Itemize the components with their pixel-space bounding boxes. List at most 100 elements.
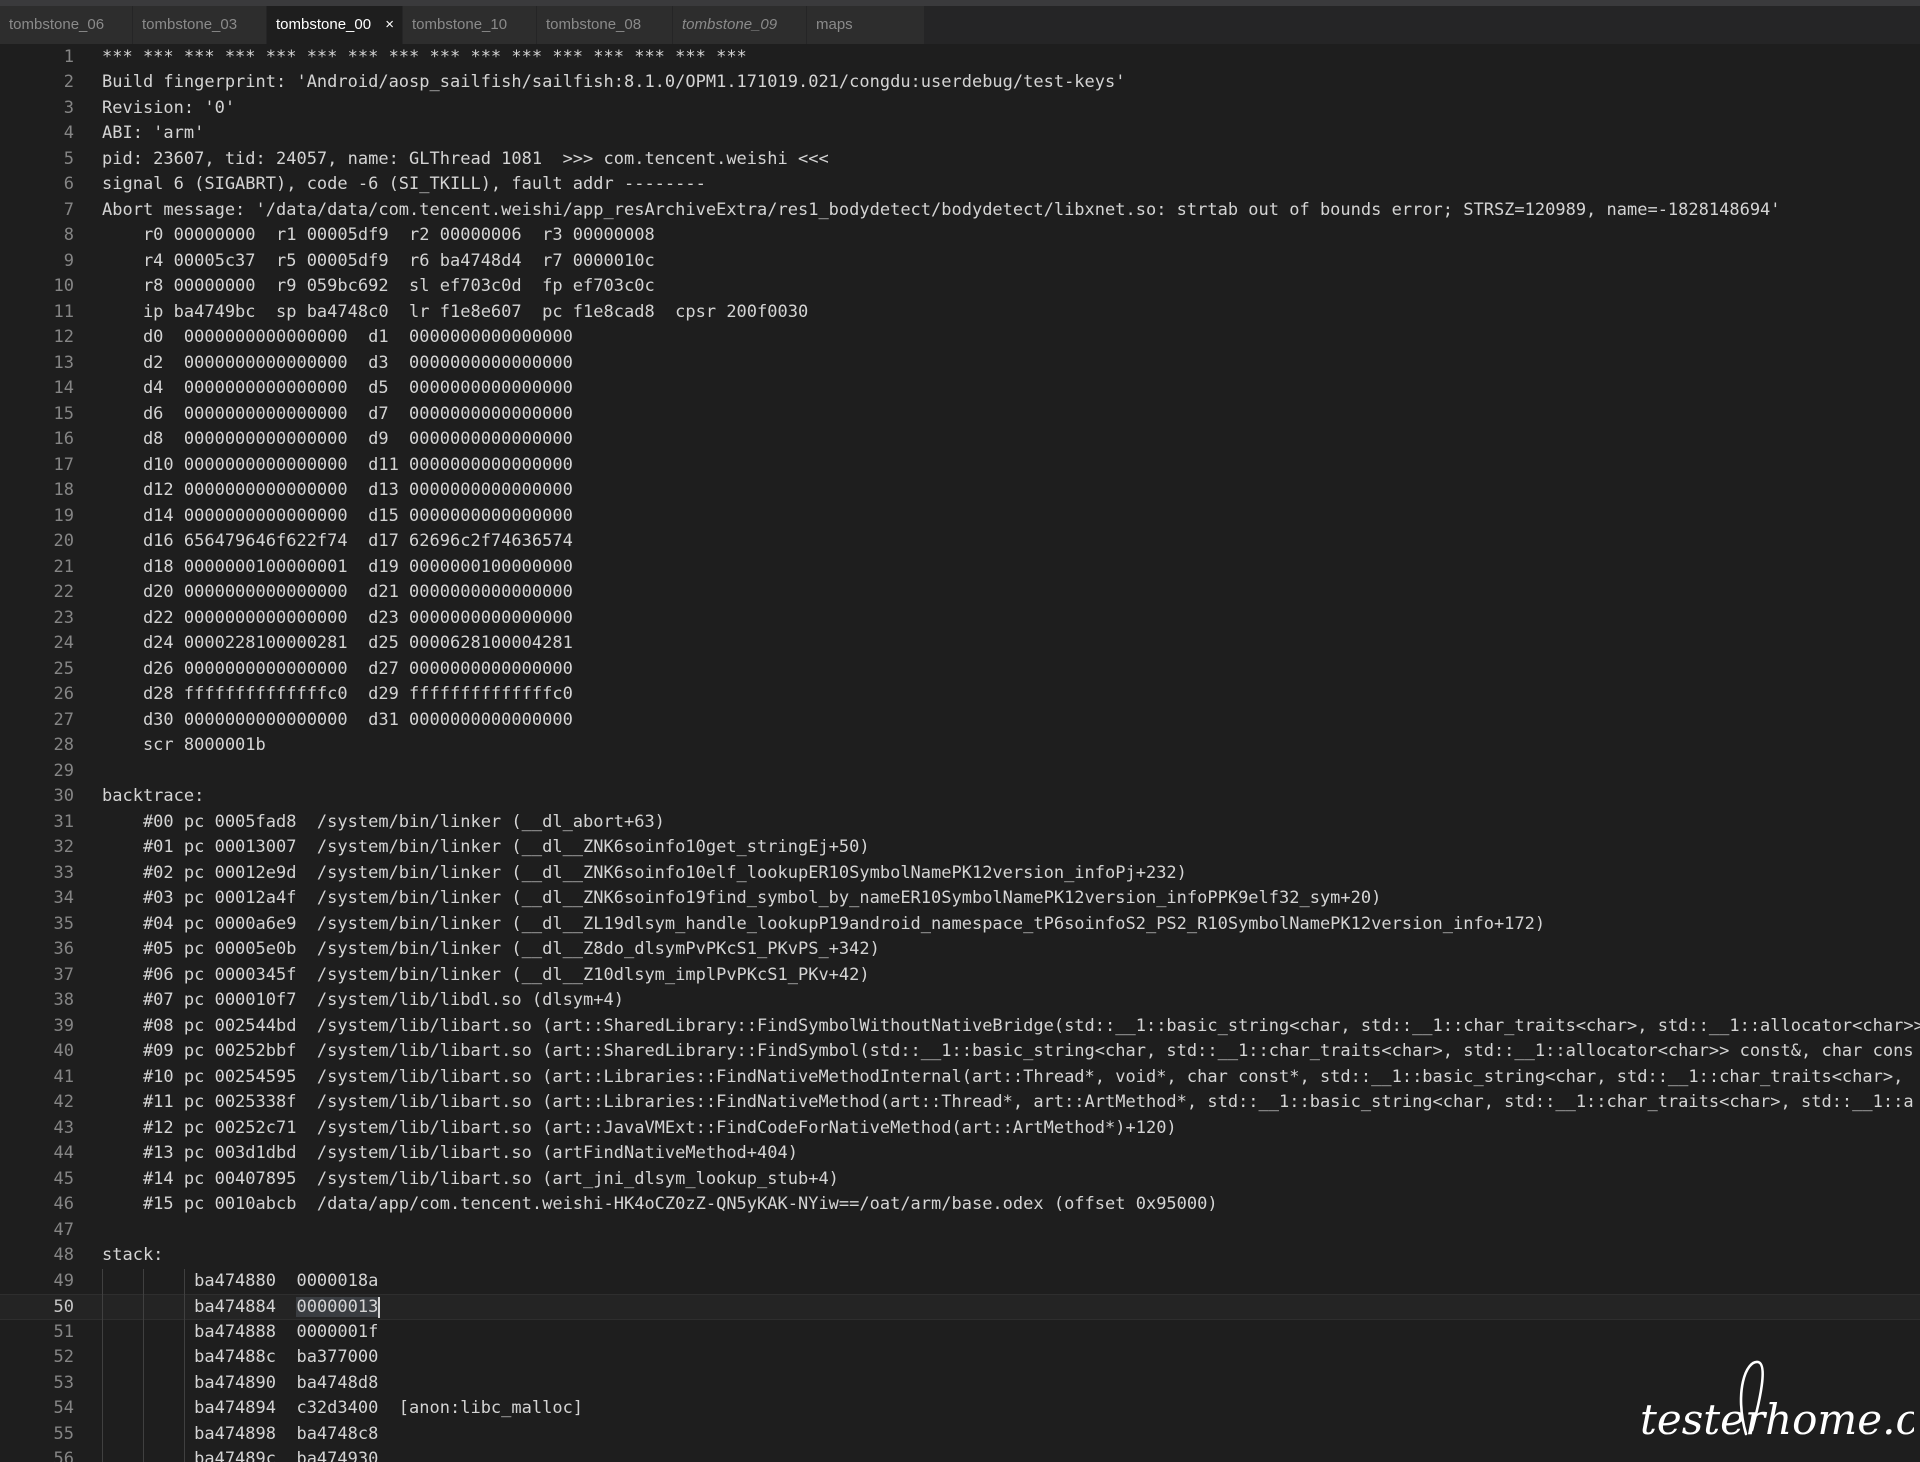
code-line[interactable]: 31 #00 pc 0005fad8 /system/bin/linker (_… (0, 810, 1920, 836)
line-number: 56 (53, 1449, 74, 1462)
code-line[interactable]: 3 Revision: '0' (0, 96, 1920, 122)
line-number: 3 (63, 97, 74, 118)
code-line[interactable]: 45 #14 pc 00407895 /system/lib/libart.so… (0, 1167, 1920, 1193)
tab-label: tombstone_09 (682, 16, 778, 33)
line-number: 23 (53, 607, 74, 628)
code-line[interactable]: 24 d24 0000228100000281 d25 000062810000… (0, 631, 1920, 657)
code-line[interactable]: 27 d30 0000000000000000 d31 000000000000… (0, 708, 1920, 734)
code-line[interactable]: 40 #09 pc 00252bbf /system/lib/libart.so… (0, 1039, 1920, 1065)
line-text: d30 0000000000000000 d31 000000000000000… (102, 709, 573, 730)
code-line[interactable]: 55 ba474898 ba4748c8 (0, 1422, 1920, 1448)
tab-label: tombstone_08 (546, 16, 642, 33)
code-line[interactable]: 48 stack: (0, 1243, 1920, 1269)
code-line[interactable]: 36 #05 pc 00005e0b /system/bin/linker (_… (0, 937, 1920, 963)
code-line[interactable]: 51 ba474888 0000001f (0, 1320, 1920, 1346)
code-line[interactable]: 47 (0, 1218, 1920, 1244)
tab-tombstone-03[interactable]: tombstone_03 (133, 6, 267, 44)
code-line[interactable]: 8 r0 00000000 r1 00005df9 r2 00000006 r3… (0, 223, 1920, 249)
code-line[interactable]: 13 d2 0000000000000000 d3 00000000000000… (0, 351, 1920, 377)
code-line[interactable]: 21 d18 0000000100000001 d19 000000010000… (0, 555, 1920, 581)
tab-label: tombstone_10 (412, 16, 508, 33)
tab-tombstone-00[interactable]: tombstone_00 × (267, 6, 403, 44)
code-line[interactable]: 34 #03 pc 00012a4f /system/bin/linker (_… (0, 886, 1920, 912)
code-line[interactable]: 53 ba474890 ba4748d8 (0, 1371, 1920, 1397)
tab-tombstone-06[interactable]: tombstone_06 (0, 6, 133, 44)
line-text: #04 pc 0000a6e9 /system/bin/linker (__dl… (102, 913, 1546, 934)
code-line[interactable]: 25 d26 0000000000000000 d27 000000000000… (0, 657, 1920, 683)
line-text: *** *** *** *** *** *** *** *** *** *** … (102, 46, 747, 67)
code-line[interactable]: 44 #13 pc 003d1dbd /system/lib/libart.so… (0, 1141, 1920, 1167)
code-line[interactable]: 49 ba474880 0000018a (0, 1269, 1920, 1295)
line-text: #07 pc 000010f7 /system/lib/libdl.so (dl… (102, 990, 624, 1010)
line-text: ip ba4749bc sp ba4748c0 lr f1e8e607 pc f… (102, 301, 809, 322)
code-line[interactable]: 29 (0, 759, 1920, 785)
code-line[interactable]: 22 d20 0000000000000000 d21 000000000000… (0, 580, 1920, 606)
code-line[interactable]: 42 #11 pc 0025338f /system/lib/libart.so… (0, 1090, 1920, 1116)
code-line[interactable]: 17 d10 0000000000000000 d11 000000000000… (0, 453, 1920, 479)
code-line[interactable]: 1 *** *** *** *** *** *** *** *** *** ***… (0, 45, 1920, 71)
code-line[interactable]: 6 signal 6 (SIGABRT), code -6 (SI_TKILL),… (0, 172, 1920, 198)
line-number: 32 (53, 837, 74, 857)
line-number: 12 (53, 327, 74, 347)
line-text: d22 0000000000000000 d23 000000000000000… (102, 607, 573, 628)
code-line[interactable]: 37 #06 pc 0000345f /system/bin/linker (_… (0, 963, 1920, 989)
line-text: d14 0000000000000000 d15 000000000000000… (102, 505, 573, 526)
line-number: 34 (53, 888, 74, 908)
code-line[interactable]: 56 ba47489c ba474930 (0, 1447, 1920, 1462)
code-line[interactable]: 28 scr 8000001b (0, 733, 1920, 759)
tab-maps[interactable]: maps (807, 6, 925, 44)
line-number: 37 (53, 964, 74, 985)
line-number: 21 (53, 556, 74, 577)
code-line[interactable]: 11 ip ba4749bc sp ba4748c0 lr f1e8e607 p… (0, 300, 1920, 326)
code-line[interactable]: 15 d6 0000000000000000 d7 00000000000000… (0, 402, 1920, 428)
code-line[interactable]: 9 r4 00005c37 r5 00005df9 r6 ba4748d4 r7… (0, 249, 1920, 275)
code-line[interactable]: 18 d12 0000000000000000 d13 000000000000… (0, 478, 1920, 504)
code-line[interactable]: 7 Abort message: '/data/data/com.tencent.… (0, 198, 1920, 224)
code-line[interactable]: 14 d4 0000000000000000 d5 00000000000000… (0, 376, 1920, 402)
testerhome-watermark: testerhome.com (1640, 1360, 1914, 1444)
code-line[interactable]: 30 backtrace: (0, 784, 1920, 810)
code-line[interactable]: 19 d14 0000000000000000 d15 000000000000… (0, 504, 1920, 530)
code-line[interactable]: 32 #01 pc 00013007 /system/bin/linker (_… (0, 835, 1920, 861)
code-line[interactable]: 16 d8 0000000000000000 d9 00000000000000… (0, 427, 1920, 453)
code-line[interactable]: 4 ABI: 'arm' (0, 121, 1920, 147)
line-number: 55 (53, 1423, 74, 1444)
close-icon[interactable]: × (385, 6, 394, 44)
code-line[interactable]: 46 #15 pc 0010abcb /data/app/com.tencent… (0, 1192, 1920, 1218)
line-number: 33 (53, 862, 74, 883)
code-line[interactable]: 39 #08 pc 002544bd /system/lib/libart.so… (0, 1014, 1920, 1040)
line-number: 49 (53, 1270, 74, 1291)
code-line[interactable]: 10 r8 00000000 r9 059bc692 sl ef703c0d f… (0, 274, 1920, 300)
code-line[interactable]: 52 ba47488c ba377000 (0, 1345, 1920, 1371)
line-number: 53 (53, 1372, 74, 1393)
code-line[interactable]: 12 d0 0000000000000000 d1 00000000000000… (0, 325, 1920, 351)
tab-tombstone-09[interactable]: tombstone_09 (673, 6, 807, 44)
text-cursor (378, 1296, 381, 1318)
code-line[interactable]: 5 pid: 23607, tid: 24057, name: GLThread … (0, 147, 1920, 173)
code-line[interactable]: 54 ba474894 c32d3400 [anon:libc_malloc] (0, 1396, 1920, 1422)
code-line[interactable]: 41 #10 pc 00254595 /system/lib/libart.so… (0, 1065, 1920, 1091)
tab-tombstone-10[interactable]: tombstone_10 (403, 6, 537, 44)
line-text: #11 pc 0025338f /system/lib/libart.so (a… (102, 1092, 1914, 1112)
line-number: 18 (53, 480, 74, 500)
code-line[interactable]: 2 Build fingerprint: 'Android/aosp_sailfi… (0, 70, 1920, 96)
code-line[interactable]: 35 #04 pc 0000a6e9 /system/bin/linker (_… (0, 912, 1920, 938)
line-number: 27 (53, 709, 74, 730)
code-line[interactable]: 33 #02 pc 00012e9d /system/bin/linker (_… (0, 861, 1920, 887)
line-text: d0 0000000000000000 d1 0000000000000000 (102, 327, 573, 347)
tab-label: tombstone_06 (9, 16, 105, 33)
line-text: #06 pc 0000345f /system/bin/linker (__dl… (102, 964, 870, 985)
line-number: 30 (53, 786, 74, 806)
code-line[interactable]: 26 d28 ffffffffffffffc0 d29 ffffffffffff… (0, 682, 1920, 708)
line-text: #12 pc 00252c71 /system/lib/libart.so (a… (102, 1117, 1177, 1138)
code-line[interactable]: 20 d16 656479646f622f74 d17 62696c2f7463… (0, 529, 1920, 555)
line-text: #14 pc 00407895 /system/lib/libart.so (a… (102, 1168, 839, 1189)
line-number: 1 (63, 46, 74, 67)
editor-text-area[interactable]: 1 *** *** *** *** *** *** *** *** *** ***… (0, 44, 1920, 1462)
tab-tombstone-08[interactable]: tombstone_08 (537, 6, 673, 44)
line-number: 11 (53, 301, 74, 322)
code-line[interactable]: 43 #12 pc 00252c71 /system/lib/libart.so… (0, 1116, 1920, 1142)
code-line[interactable]: 38 #07 pc 000010f7 /system/lib/libdl.so … (0, 988, 1920, 1014)
code-line[interactable]: 23 d22 0000000000000000 d23 000000000000… (0, 606, 1920, 632)
code-line[interactable]: 50 ba474884 00000013 (0, 1294, 1920, 1320)
